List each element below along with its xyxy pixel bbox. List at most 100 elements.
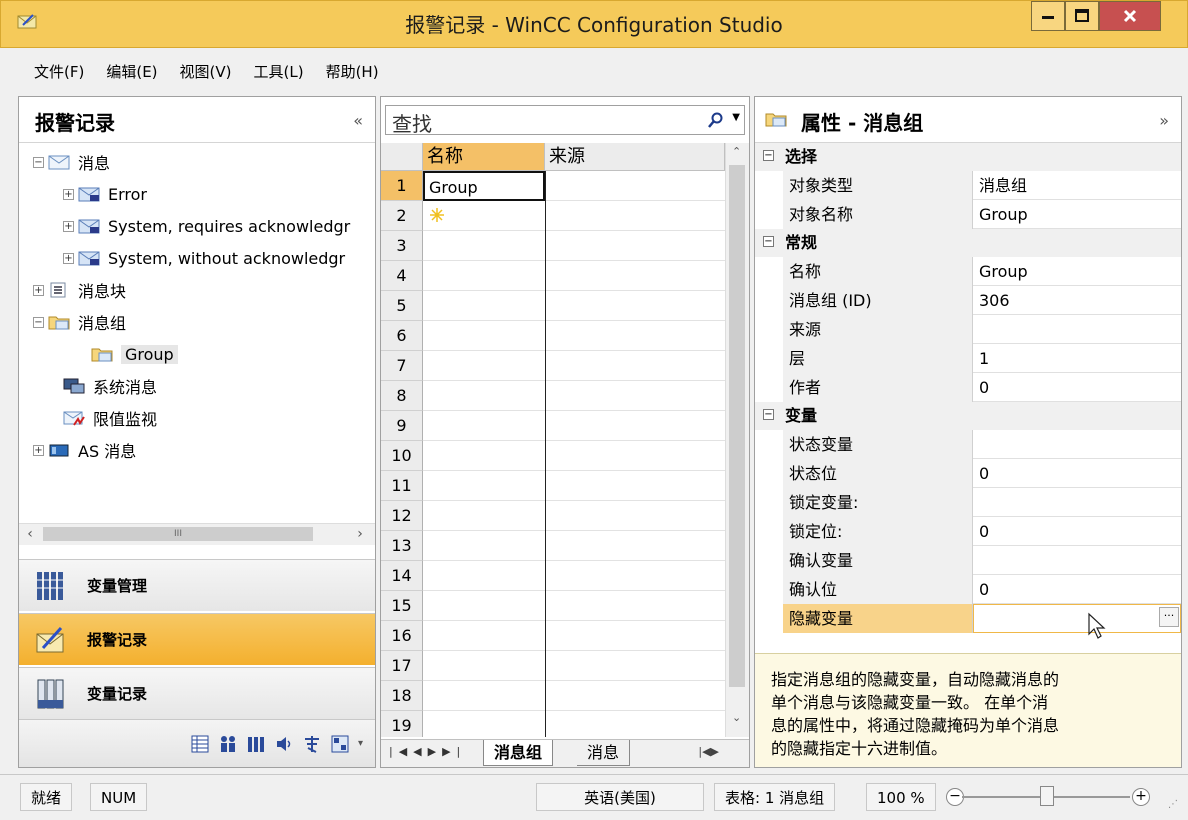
table-row[interactable] — [423, 411, 725, 441]
tab-message-groups[interactable]: 消息组 — [483, 740, 554, 766]
table-row[interactable] — [423, 231, 725, 261]
menu-view[interactable]: 视图(V) — [180, 61, 232, 82]
property-value[interactable] — [973, 546, 1181, 575]
scroll-thumb[interactable] — [729, 165, 745, 687]
property-source[interactable]: 来源 — [783, 315, 1181, 344]
minimize-button[interactable] — [1031, 1, 1065, 31]
category-tags[interactable]: − 变量 — [755, 402, 1181, 430]
row-number[interactable]: 8 — [381, 381, 423, 411]
scroll-left-icon[interactable]: ‹ — [19, 526, 41, 542]
search-dropdown-icon[interactable]: ▼ — [732, 112, 740, 123]
collapse-icon[interactable]: − — [33, 316, 44, 328]
collapse-icon[interactable]: − — [33, 156, 44, 168]
expand-icon[interactable]: + — [33, 284, 44, 296]
table-row[interactable] — [423, 711, 725, 737]
row-number[interactable]: 6 — [381, 321, 423, 351]
row-number[interactable]: 14 — [381, 561, 423, 591]
users-icon[interactable] — [218, 734, 238, 754]
menu-edit[interactable]: 编辑(E) — [106, 61, 157, 82]
scroll-right-icon[interactable]: › — [349, 526, 371, 542]
search-input[interactable]: 查找 ▼ — [385, 105, 745, 136]
expand-icon[interactable]: + — [63, 220, 74, 232]
category-general[interactable]: − 常规 — [755, 229, 1181, 257]
zoom-in-button[interactable]: + — [1132, 788, 1150, 806]
property-status-tag[interactable]: 状态变量 — [783, 430, 1181, 459]
expand-icon[interactable]: + — [63, 252, 74, 264]
table-row[interactable] — [423, 651, 725, 681]
property-value[interactable] — [973, 430, 1181, 459]
speaker-icon[interactable] — [274, 734, 294, 754]
tree-node-message-groups[interactable]: − 消息组 — [33, 307, 126, 337]
scroll-down-icon[interactable]: ⌄ — [732, 711, 741, 724]
table-row[interactable] — [423, 321, 725, 351]
collapse-icon[interactable]: − — [763, 236, 774, 247]
table-row[interactable] — [423, 621, 725, 651]
tree-horizontal-scrollbar[interactable]: ‹ III › — [19, 523, 375, 545]
toolbar-more-icon[interactable]: ▾ — [358, 738, 363, 749]
property-lock-bit[interactable]: 锁定位: 0 — [783, 517, 1181, 546]
scroll-up-icon[interactable]: ⌃ — [732, 145, 741, 158]
row-number[interactable]: 13 — [381, 531, 423, 561]
row-number[interactable]: 5 — [381, 291, 423, 321]
row-number[interactable]: 10 — [381, 441, 423, 471]
row-number[interactable]: 15 — [381, 591, 423, 621]
scroll-thumb[interactable]: III — [43, 527, 313, 541]
table-row[interactable] — [423, 441, 725, 471]
property-value[interactable]: Group — [973, 257, 1181, 286]
menu-file[interactable]: 文件(F) — [34, 61, 84, 82]
table-row[interactable] — [423, 261, 725, 291]
tree-node-error[interactable]: + Error — [63, 179, 147, 209]
column-header-name[interactable]: 名称 — [423, 143, 545, 171]
menu-tools[interactable]: 工具(L) — [254, 61, 304, 82]
zoom-slider-thumb[interactable] — [1040, 786, 1054, 806]
tag-grid-icon[interactable] — [190, 734, 210, 754]
row-number[interactable]: 4 — [381, 261, 423, 291]
table-row[interactable] — [423, 561, 725, 591]
tab-messages[interactable]: 消息 — [577, 740, 631, 766]
collapse-icon[interactable]: − — [763, 409, 774, 420]
column-header-source[interactable]: 来源 — [545, 143, 725, 171]
table-row[interactable] — [423, 501, 725, 531]
tree-node-system-ack[interactable]: + System, requires acknowledgr — [63, 211, 350, 241]
property-ack-bit[interactable]: 确认位 0 — [783, 575, 1181, 604]
collapse-properties-button[interactable]: » — [1159, 111, 1169, 130]
table-row[interactable] — [423, 381, 725, 411]
row-number[interactable]: 7 — [381, 351, 423, 381]
table-row[interactable] — [423, 471, 725, 501]
property-value[interactable]: 306 — [973, 286, 1181, 315]
row-number[interactable]: 2 — [381, 201, 423, 231]
expand-icon[interactable]: + — [63, 188, 74, 200]
tree-node-messages[interactable]: − 消息 — [33, 147, 110, 177]
property-hide-tag[interactable]: 隐藏变量 ··· — [783, 604, 1181, 633]
property-object-name[interactable]: 对象名称 Group — [783, 200, 1181, 229]
row-number[interactable]: 1 — [381, 171, 423, 201]
table-row[interactable] — [423, 591, 725, 621]
tree-node-system-messages[interactable]: 系统消息 — [63, 371, 157, 401]
table-row[interactable] — [423, 291, 725, 321]
resize-grip-icon[interactable]: ⋰ — [1168, 799, 1178, 810]
row-number[interactable]: 16 — [381, 621, 423, 651]
row-number[interactable]: 3 — [381, 231, 423, 261]
text-library-icon[interactable] — [302, 734, 322, 754]
property-value[interactable]: 1 — [973, 344, 1181, 373]
category-selection[interactable]: − 选择 — [755, 143, 1181, 171]
table-row[interactable] — [423, 531, 725, 561]
row-number[interactable]: 11 — [381, 471, 423, 501]
tree-node-system-noack[interactable]: + System, without acknowledgr — [63, 243, 345, 273]
nav-tag-logging[interactable]: 变量记录 — [19, 667, 375, 719]
property-author[interactable]: 作者 0 — [783, 373, 1181, 402]
property-value[interactable]: 0 — [973, 575, 1181, 604]
property-object-type[interactable]: 对象类型 消息组 — [783, 171, 1181, 200]
row-number[interactable]: 9 — [381, 411, 423, 441]
tree-node-group[interactable]: Group — [91, 339, 178, 369]
collapse-icon[interactable]: − — [763, 150, 774, 161]
tab-scroll-icon[interactable]: |◀▶ — [698, 745, 719, 758]
property-status-bit[interactable]: 状态位 0 — [783, 459, 1181, 488]
row-number[interactable]: 19 — [381, 711, 423, 737]
grid-vertical-scrollbar[interactable]: ⌃ ⌄ — [725, 143, 749, 737]
property-ack-tag[interactable]: 确认变量 — [783, 546, 1181, 575]
cell-group-name[interactable]: Group — [423, 171, 545, 201]
new-row-icon[interactable] — [429, 207, 445, 223]
tab-navigation-icon[interactable]: |◀◀▶▶| — [389, 745, 466, 758]
table-row[interactable] — [423, 681, 725, 711]
